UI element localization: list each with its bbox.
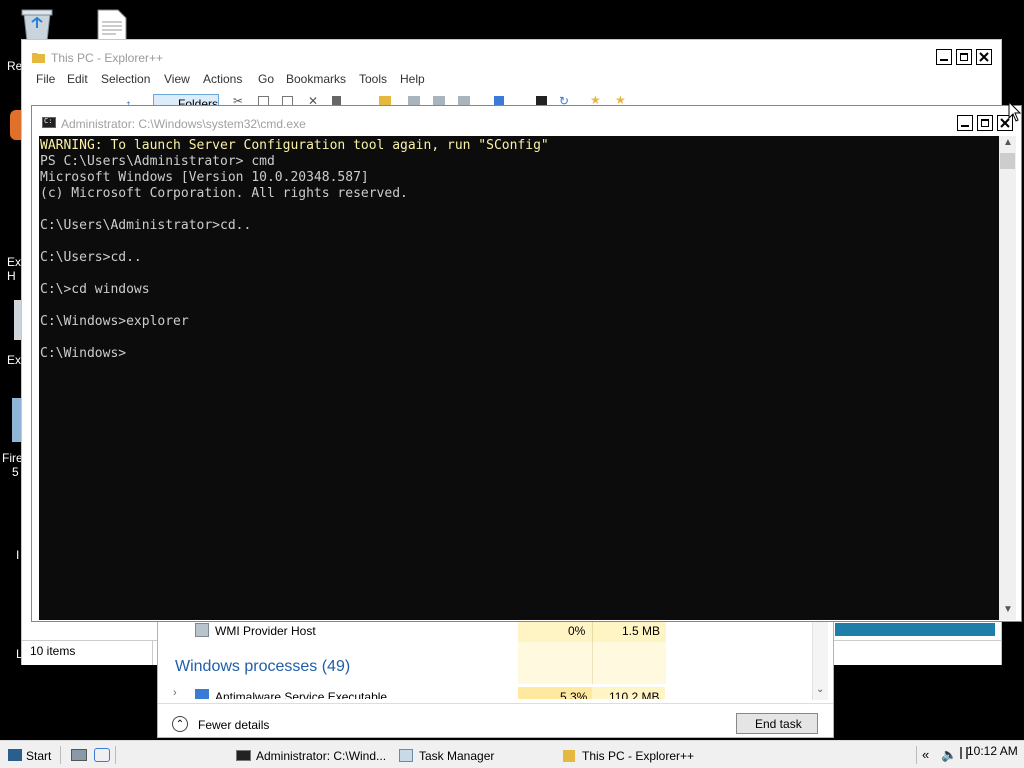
- desktop-label-ex-h: Ex H: [7, 255, 22, 283]
- cmd-line: [40, 298, 549, 314]
- scroll-up-arrow-icon[interactable]: ▲: [1003, 137, 1013, 148]
- status-item-count: 10 items: [30, 644, 76, 658]
- cmd-window: C: Administrator: C:\Windows\system32\cm…: [31, 105, 1022, 622]
- folder-icon[interactable]: [433, 96, 445, 105]
- cmd-line: (c) Microsoft Corporation. All rights re…: [40, 186, 408, 201]
- menu-view[interactable]: View: [164, 72, 190, 86]
- minimize-button[interactable]: [957, 115, 973, 131]
- end-task-label: End task: [755, 717, 802, 731]
- menu-edit[interactable]: Edit: [67, 72, 88, 86]
- cmd-icon: [236, 750, 251, 761]
- cmd-line: [40, 330, 549, 346]
- taskbar: Start Administrator: C:\Wind... Task Man…: [0, 740, 1024, 768]
- menu-bookmarks[interactable]: Bookmarks: [286, 72, 346, 86]
- scroll-down-arrow-icon[interactable]: ▼: [1003, 604, 1013, 615]
- cmd-line: [40, 202, 549, 218]
- cmd-line: C:\Users>cd..: [40, 250, 142, 265]
- maximize-button[interactable]: [977, 115, 993, 131]
- task-manager-icon: [399, 749, 413, 762]
- process-memory: 110.2 MB: [609, 690, 660, 699]
- taskbar-item-label: This PC - Explorer++: [582, 749, 695, 763]
- fewer-details-label: Fewer details: [198, 718, 270, 732]
- group-header[interactable]: Windows processes (49): [175, 658, 350, 676]
- desktop-label-ex: Ex: [7, 353, 22, 367]
- folder-icon: [563, 750, 575, 762]
- properties-icon[interactable]: [332, 96, 341, 105]
- menu-file[interactable]: File: [36, 72, 55, 86]
- desktop-label-firefox: Fire 5: [2, 451, 23, 479]
- end-task-button[interactable]: End task: [736, 713, 818, 734]
- show-desktop-icon[interactable]: [71, 749, 87, 761]
- mouse-cursor-icon: [1008, 101, 1022, 122]
- maximize-button[interactable]: [956, 49, 972, 65]
- cmd-icon: C:: [42, 117, 56, 128]
- clock[interactable]: 10:12 AM: [967, 744, 1018, 758]
- cmd-output: WARNING: To launch Server Configuration …: [40, 138, 549, 362]
- menu-go[interactable]: Go: [258, 72, 274, 86]
- cmd-line: C:\Windows>explorer: [40, 314, 189, 329]
- taskbar-item-task-manager[interactable]: Task Manager: [399, 746, 549, 766]
- cmd-line: Microsoft Windows [Version 10.0.20348.58…: [40, 170, 369, 185]
- cmd-line: [40, 234, 549, 250]
- fewer-details-button[interactable]: ⌃ Fewer details: [172, 716, 292, 734]
- cmd-titlebar[interactable]: C: Administrator: C:\Windows\system32\cm…: [32, 106, 1021, 136]
- process-icon: [195, 689, 209, 699]
- cmd-line: C:\Users\Administrator>cd..: [40, 218, 252, 233]
- process-row[interactable]: › Antimalware Service Executable 5.3% 11…: [158, 687, 821, 699]
- process-name: Antimalware Service Executable: [215, 690, 388, 699]
- scrollbar[interactable]: ⌄: [812, 620, 828, 700]
- explorer-list-strip: [835, 623, 995, 636]
- cmd-line: C:\Windows>: [40, 346, 127, 361]
- process-cpu: 0%: [568, 624, 586, 638]
- document-icon[interactable]: [96, 8, 128, 42]
- new-folder-icon[interactable]: [379, 96, 391, 105]
- cmd-line: WARNING: To launch Server Configuration …: [40, 138, 549, 153]
- process-name: WMI Provider Host: [215, 624, 316, 638]
- quick-launch-icon[interactable]: [94, 748, 110, 762]
- cmd-line: [40, 266, 549, 282]
- folder-icon[interactable]: [458, 96, 470, 105]
- process-icon: [195, 623, 209, 637]
- process-cpu: 5.3%: [560, 690, 588, 699]
- view-icon[interactable]: [494, 96, 504, 105]
- task-manager-window: WMI Provider Host 0% 1.5 MB Windows proc…: [157, 606, 834, 738]
- menu-selection[interactable]: Selection: [101, 72, 150, 86]
- folder-icon: [32, 51, 45, 63]
- menu-help[interactable]: Help: [400, 72, 425, 86]
- minimize-button[interactable]: [936, 49, 952, 65]
- chevron-right-icon[interactable]: ›: [173, 687, 177, 699]
- speaker-icon[interactable]: 🔈: [941, 747, 957, 763]
- close-button[interactable]: [976, 49, 992, 65]
- chevron-down-icon[interactable]: ⌄: [816, 684, 824, 695]
- start-button[interactable]: Start: [6, 745, 52, 765]
- cmd-console[interactable]: WARNING: To launch Server Configuration …: [39, 136, 999, 620]
- process-row[interactable]: WMI Provider Host 0% 1.5 MB: [158, 620, 821, 642]
- menu-actions[interactable]: Actions: [203, 72, 242, 86]
- cmd-title: Administrator: C:\Windows\system32\cmd.e…: [61, 117, 306, 131]
- recycle-bin-icon[interactable]: [18, 8, 56, 42]
- taskbar-item-label: Task Manager: [419, 749, 495, 763]
- explorer-menubar: File Edit Selection View Actions Go Book…: [36, 72, 736, 88]
- process-memory: 1.5 MB: [622, 624, 661, 638]
- taskbar-item-label: Administrator: C:\Wind...: [256, 749, 387, 763]
- cmd-icon[interactable]: [536, 96, 547, 105]
- menu-tools[interactable]: Tools: [359, 72, 387, 86]
- folder-icon[interactable]: [408, 96, 420, 105]
- show-hidden-icons-icon[interactable]: «: [922, 747, 929, 762]
- cmd-line: PS C:\Users\Administrator> cmd: [40, 154, 275, 169]
- explorer-titlebar[interactable]: This PC - Explorer++: [22, 40, 1001, 68]
- scroll-thumb[interactable]: [1000, 153, 1015, 169]
- chevron-up-icon: ⌃: [172, 716, 188, 732]
- desktop-label-l: I: [16, 548, 20, 562]
- cmd-line: C:\>cd windows: [40, 282, 150, 297]
- explorer-title: This PC - Explorer++: [51, 51, 164, 65]
- start-label: Start: [26, 749, 52, 763]
- start-icon: [8, 749, 22, 761]
- taskbar-item-cmd[interactable]: Administrator: C:\Wind...: [236, 746, 394, 766]
- cmd-scrollbar[interactable]: ▲ ▼: [999, 136, 1016, 620]
- taskbar-item-explorer[interactable]: This PC - Explorer++: [563, 746, 733, 766]
